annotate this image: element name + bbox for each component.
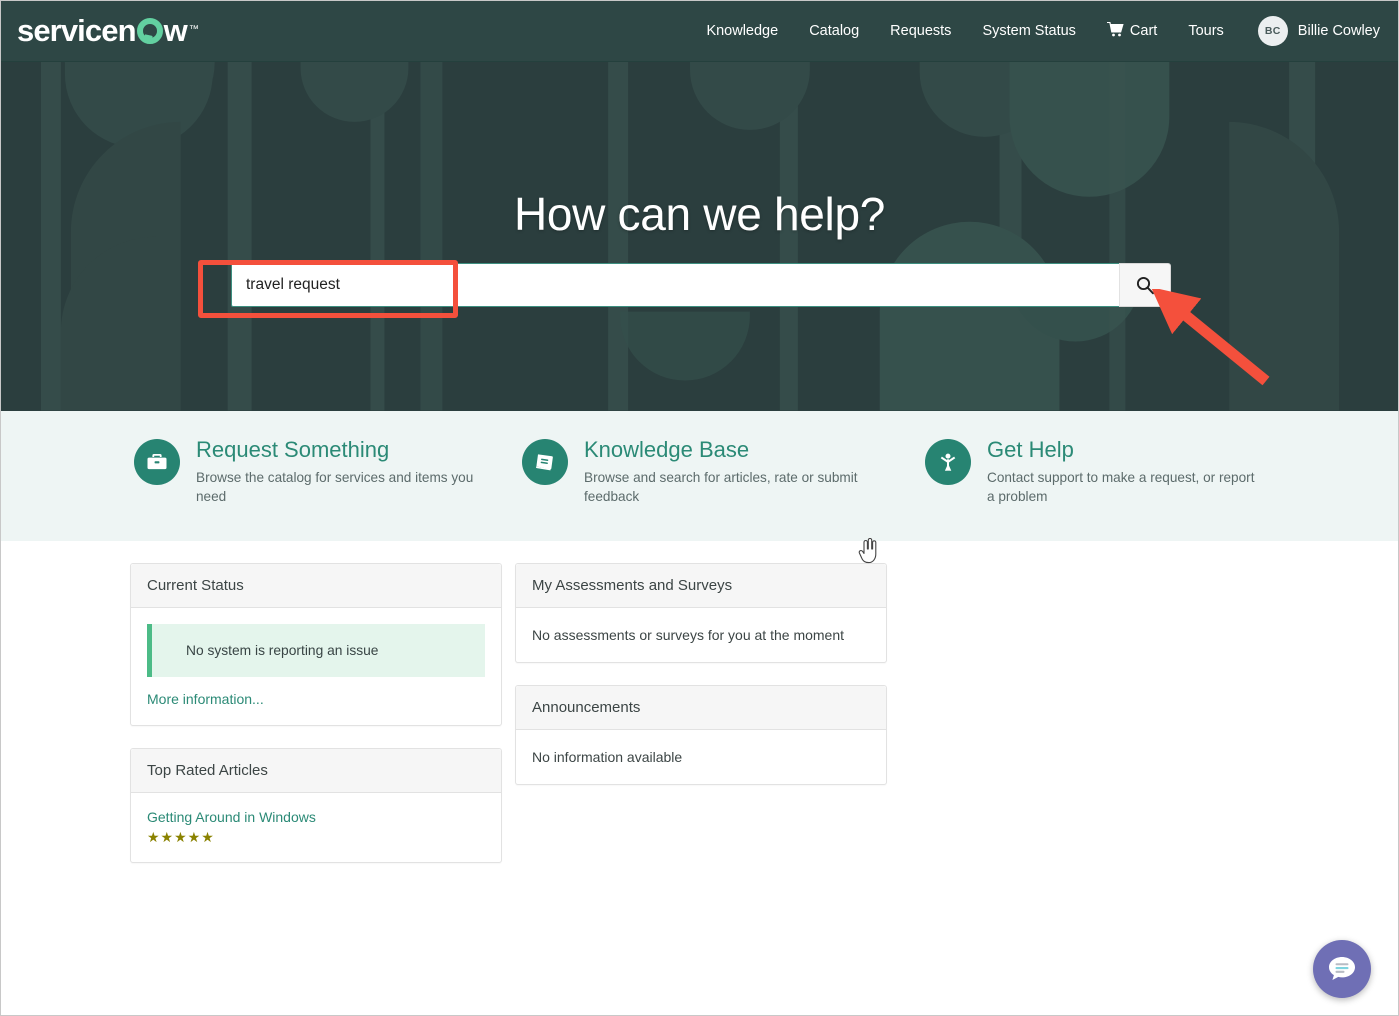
empty-state-text: No information available — [532, 749, 683, 765]
nav-label: Knowledge — [706, 23, 779, 39]
search-icon — [1135, 275, 1155, 295]
quicklink-get-help[interactable]: Get Help Contact support to make a reque… — [925, 437, 1255, 541]
logo-trademark: ™ — [188, 24, 199, 35]
card-announcements: Announcements No information available — [515, 685, 887, 785]
quicklink-title[interactable]: Request Something — [196, 437, 501, 463]
hero-banner: How can we help? — [1, 62, 1398, 411]
book-icon — [522, 439, 568, 485]
nav-item-tours[interactable]: Tours — [1188, 23, 1223, 39]
logo-o-mark-icon — [136, 18, 163, 44]
card-top-rated-articles: Top Rated Articles Getting Around in Win… — [130, 748, 502, 863]
servicenow-portal-page: servicen w ™ Knowledge Catalog Requests Sy… — [0, 0, 1399, 1016]
nav-item-requests[interactable]: Requests — [890, 23, 951, 39]
page-title: How can we help? — [513, 188, 886, 240]
more-information-link[interactable]: More information... — [147, 691, 264, 707]
quicklink-request-something[interactable]: Request Something Browse the catalog for… — [134, 437, 504, 541]
dashboard-content: Current Status No system is reporting an… — [1, 541, 1398, 1006]
left-column: Current Status No system is reporting an… — [130, 563, 502, 885]
status-alert-text: No system is reporting an issue — [186, 643, 379, 658]
nav-item-cart[interactable]: Cart — [1106, 22, 1158, 40]
user-menu[interactable]: BC Billie Cowley — [1257, 16, 1380, 46]
chat-button[interactable] — [1313, 940, 1371, 998]
nav-item-knowledge[interactable]: Knowledge — [706, 23, 778, 39]
logo-text-first: servicen — [17, 13, 137, 48]
nav-item-catalog[interactable]: Catalog — [809, 23, 859, 39]
card-title: My Assessments and Surveys — [516, 564, 886, 608]
nav-label: Cart — [1129, 23, 1158, 39]
cart-icon — [1106, 22, 1124, 40]
person-help-icon — [925, 439, 971, 485]
status-alert: No system is reporting an issue — [147, 624, 485, 677]
quicklink-description: Browse and search for articles, rate or … — [584, 470, 858, 504]
article-link[interactable]: Getting Around in Windows — [147, 809, 485, 825]
briefcase-icon — [134, 439, 180, 485]
right-column: My Assessments and Surveys No assessment… — [515, 563, 887, 807]
quick-links-band: Request Something Browse the catalog for… — [1, 411, 1398, 541]
chat-bubble-icon — [1327, 954, 1357, 985]
servicenow-logo[interactable]: servicen w ™ — [17, 13, 199, 49]
user-name: Billie Cowley — [1297, 23, 1380, 39]
card-title: Announcements — [516, 686, 886, 730]
nav-label: Catalog — [809, 23, 860, 39]
quicklink-description: Contact support to make a request, or re… — [987, 470, 1255, 504]
logo-text-last: w — [163, 13, 188, 48]
search-bar — [231, 263, 1171, 307]
card-current-status: Current Status No system is reporting an… — [130, 563, 502, 726]
quicklink-knowledge-base[interactable]: Knowledge Base Browse and search for art… — [522, 437, 912, 541]
nav-label: System Status — [982, 23, 1076, 39]
quicklink-title[interactable]: Knowledge Base — [584, 437, 889, 463]
star-rating: ★★★★★ — [147, 829, 215, 845]
card-title: Top Rated Articles — [131, 749, 501, 793]
quicklink-description: Browse the catalog for services and item… — [196, 470, 474, 504]
avatar: BC — [1257, 16, 1288, 46]
card-my-assessments-and-surveys: My Assessments and Surveys No assessment… — [515, 563, 887, 663]
search-button[interactable] — [1119, 263, 1171, 307]
nav-label: Requests — [890, 23, 952, 39]
empty-state-text: No assessments or surveys for you at the… — [532, 627, 845, 643]
card-title: Current Status — [131, 564, 501, 608]
nav-label: Tours — [1188, 23, 1224, 39]
main-navigation: Knowledge Catalog Requests System Status… — [706, 16, 1380, 46]
nav-item-system-status[interactable]: System Status — [982, 23, 1075, 39]
site-header: servicen w ™ Knowledge Catalog Requests Sy… — [1, 1, 1398, 62]
quicklink-title[interactable]: Get Help — [987, 437, 1255, 463]
search-input[interactable] — [231, 263, 1119, 307]
